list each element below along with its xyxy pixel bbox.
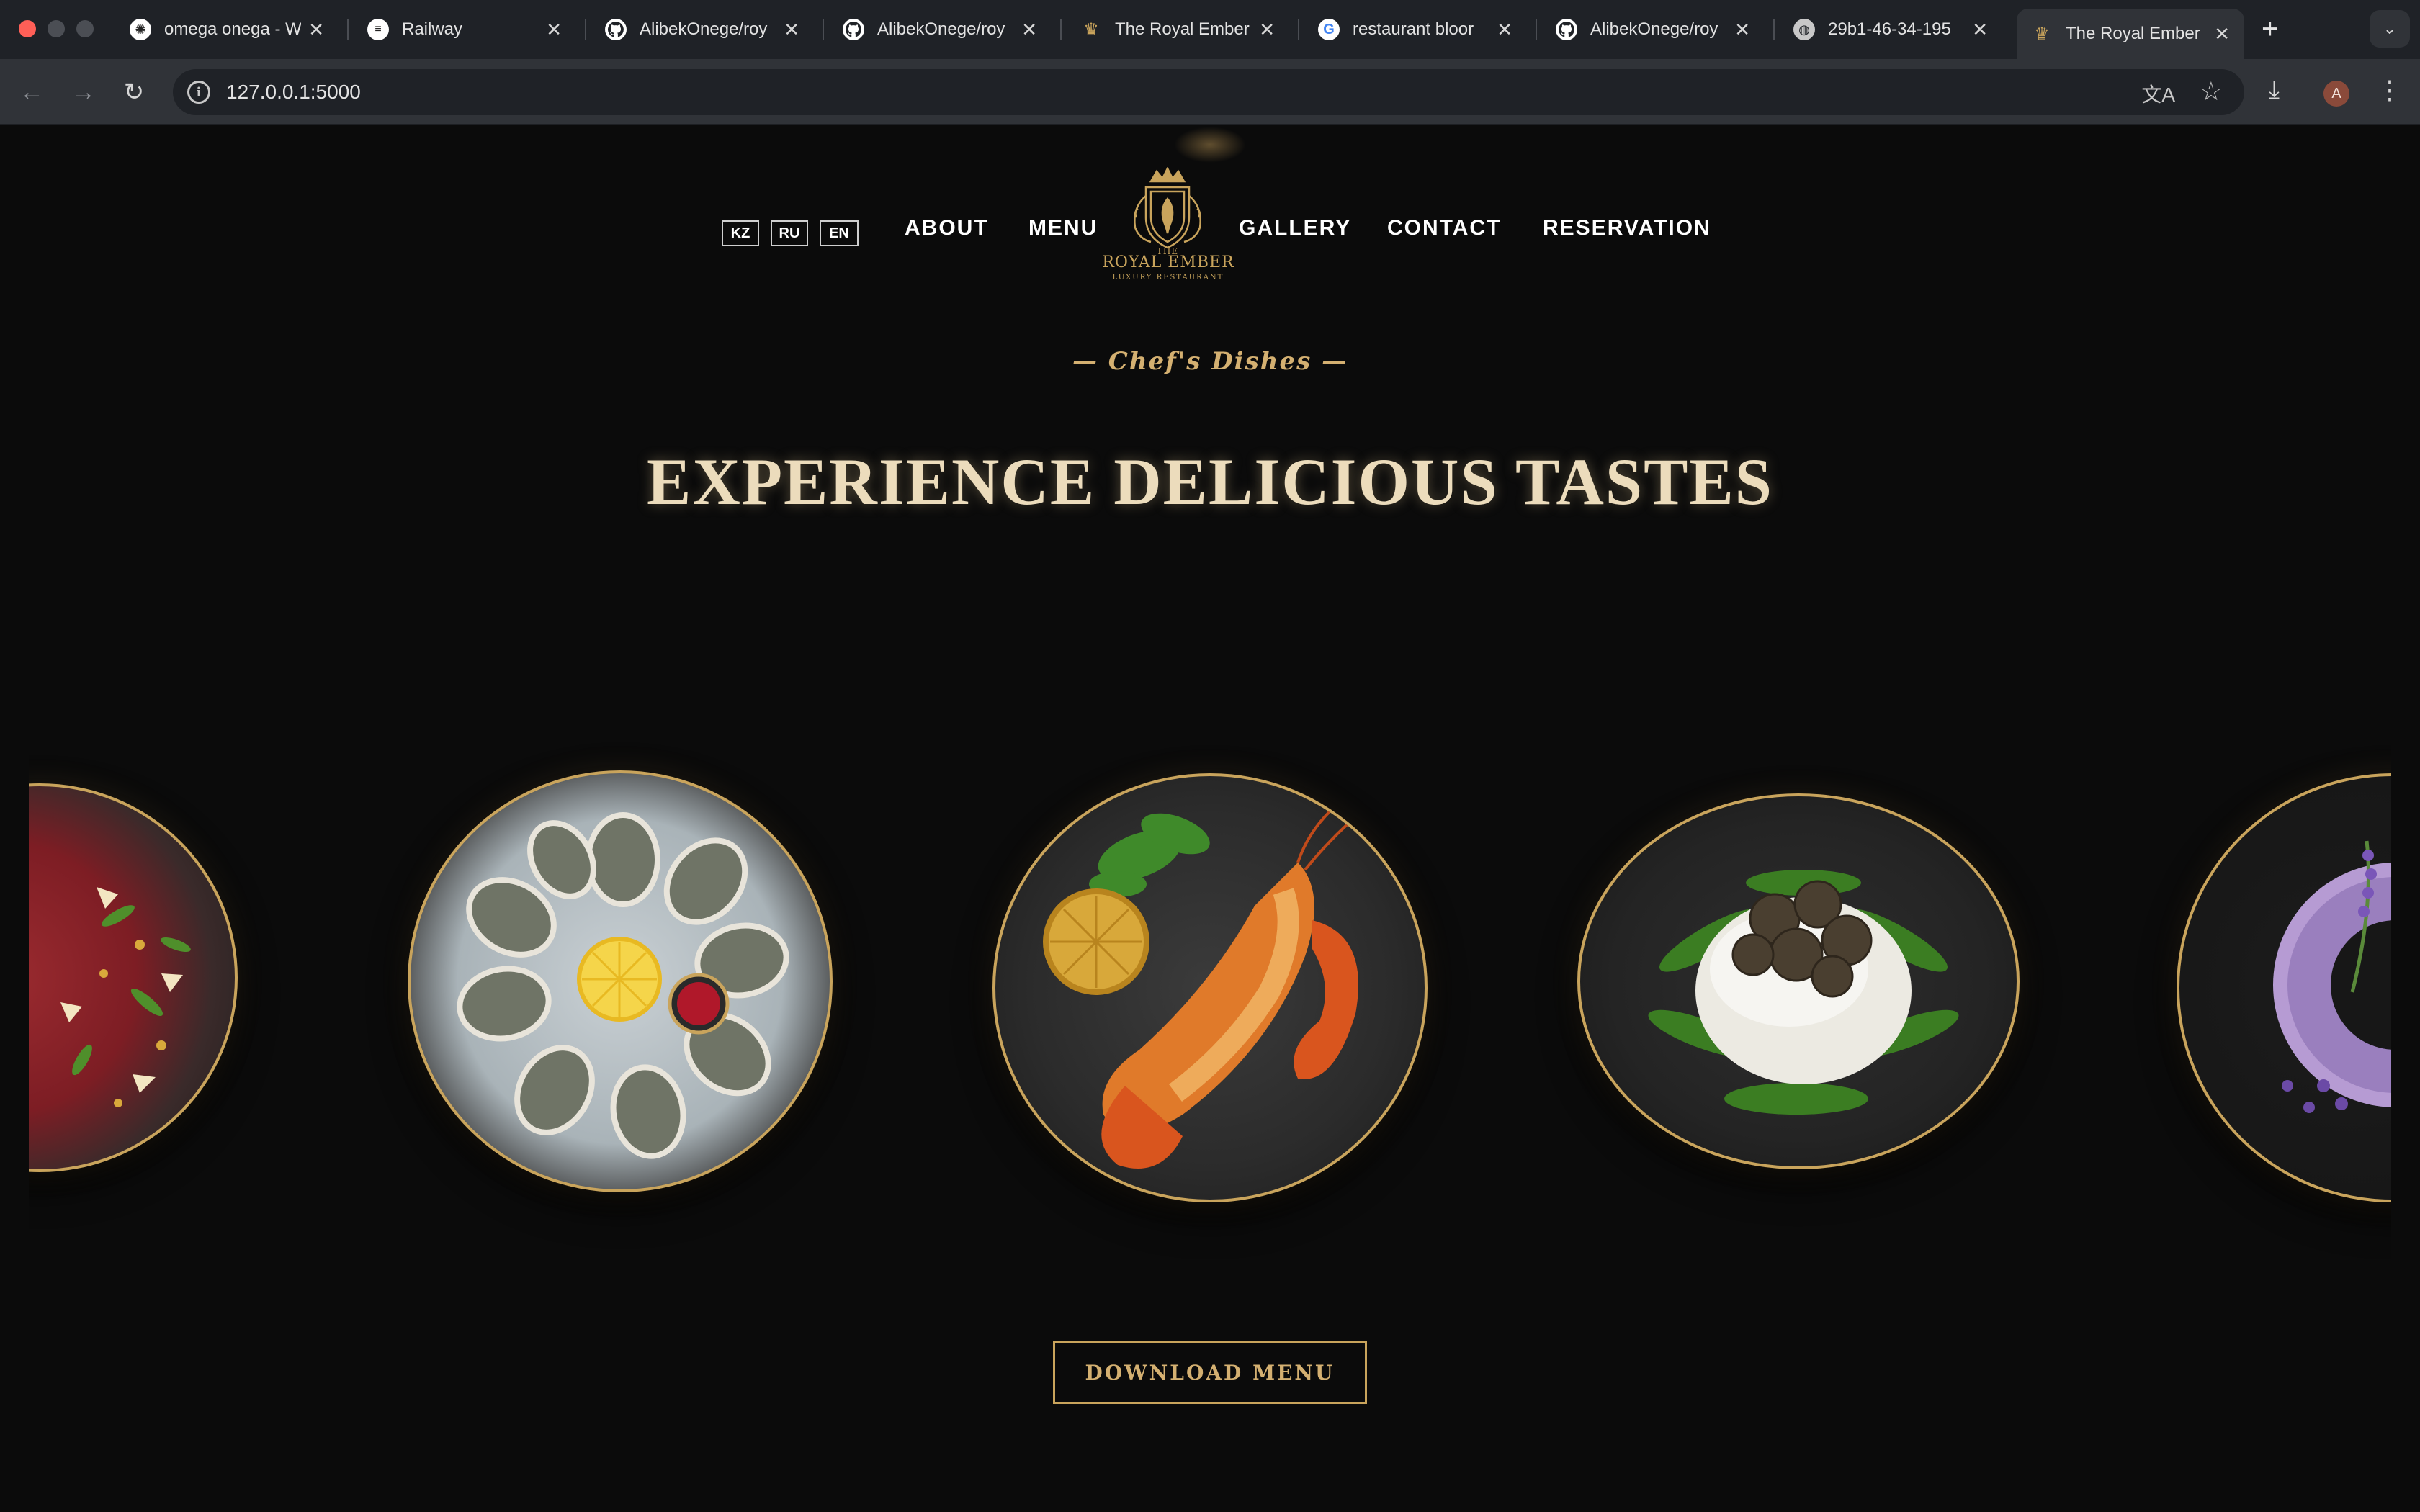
browser-tab-strip: ✺ omega onega - W ✕ ≡ Railway ✕ AlibekOn… [0,0,2420,59]
tab-separator [585,19,586,40]
tab-separator [1536,19,1537,40]
lobster-dish[interactable] [992,773,1428,1202]
browser-tab[interactable]: AlibekOnege/roy ✕ [1541,9,1765,50]
nav-contact-link[interactable]: CONTACT [1387,216,1501,240]
tab-separator [347,19,349,40]
browser-tab[interactable]: ≡ Railway ✕ [353,9,576,50]
tab-title: AlibekOnege/roy [877,19,1005,39]
carpaccio-dish[interactable] [29,783,238,1172]
nav-reservation-link[interactable]: RESERVATION [1543,216,1711,240]
crest-icon: ♛ [1083,19,1099,40]
close-tab-icon[interactable]: ✕ [546,19,562,41]
logo-tagline-text: LUXURY RESTAURANT [1112,274,1224,282]
address-bar[interactable]: i 127.0.0.1:5000 文A ☆ [173,69,2244,115]
forward-button[interactable]: → [65,73,102,111]
translate-icon[interactable]: 文A [2141,79,2175,108]
crest-icon: ♛ [2034,24,2050,44]
browser-tab[interactable]: ♛ The Royal Ember ✕ [1066,9,1289,50]
google-icon: G [1318,19,1340,40]
github-icon [1556,19,1577,40]
tab-title: omega onega - W [164,19,302,39]
browser-tab-active[interactable]: ♛ The Royal Ember ✕ [2017,9,2244,59]
carpaccio-illustration [60,887,191,1107]
github-icon [843,19,864,40]
crest-emblem-icon [1134,166,1201,249]
tab-title: The Royal Ember [2066,24,2200,43]
lobster-illustration [1043,789,1371,1169]
github-icon [605,19,627,40]
close-tab-icon[interactable]: ✕ [784,19,799,41]
tab-separator [1060,19,1062,40]
arrow-left-icon: ← [19,78,44,106]
new-tab-button[interactable]: + [2262,12,2278,46]
burrata-illustration [1648,870,1959,1115]
browser-tab[interactable]: ✺ omega onega - W ✕ [115,9,339,50]
oysters-illustration [457,812,789,1159]
site-info-icon[interactable]: i [187,81,210,104]
close-tab-icon[interactable]: ✕ [2214,23,2230,45]
dishes-carousel[interactable] [29,631,2391,1279]
bookmark-star-icon[interactable]: ☆ [2200,76,2223,107]
browser-tab[interactable]: AlibekOnege/roy ✕ [591,9,814,50]
browser-toolbar: ← → ↻ i 127.0.0.1:5000 文A ☆ ⤓ A ⋮ [0,59,2420,125]
kebab-menu-icon[interactable]: ⋮ [2377,75,2403,105]
tab-title: Railway [402,19,463,39]
download-icon[interactable]: ⤓ [2269,76,2280,104]
reload-button[interactable]: ↻ [115,73,153,111]
close-window-button[interactable] [19,20,36,37]
download-menu-button[interactable]: DOWNLOAD MENU [1053,1341,1367,1404]
nav-gallery-link[interactable]: GALLERY [1239,216,1351,240]
nav-about-link[interactable]: ABOUT [905,216,989,240]
openai-icon: ✺ [130,19,151,40]
reload-icon: ↻ [123,78,145,106]
globe-icon: ◍ [1793,19,1815,40]
tab-title: restaurant bloor [1353,19,1474,39]
close-tab-icon[interactable]: ✕ [1972,19,1988,41]
close-tab-icon[interactable]: ✕ [1259,19,1275,41]
section-eyebrow: — Chef's Dishes — [1072,347,1348,376]
nav-menu-link[interactable]: MENU [1028,216,1098,240]
section-headline: EXPERIENCE DELICIOUS TASTES [647,445,1773,518]
tab-separator [823,19,824,40]
lang-ru-button[interactable]: RU [771,220,808,246]
tab-title: The Royal Ember [1115,19,1250,39]
back-button[interactable]: ← [13,73,50,111]
lang-kz-button[interactable]: KZ [722,220,759,246]
chevron-down-icon: ⌄ [2383,19,2397,37]
webpage-viewport: KZ RU EN ABOUT MENU GALLERY CONTACT RESE… [0,127,2420,1512]
browser-tab[interactable]: ◍ 29b1-46-34-195 ✕ [1779,9,2002,50]
oysters-dish[interactable] [408,770,833,1192]
tab-separator [1298,19,1299,40]
tab-title: AlibekOnege/roy [1590,19,1718,39]
url-text[interactable]: 127.0.0.1:5000 [226,81,361,104]
close-tab-icon[interactable]: ✕ [1734,19,1750,41]
tab-title: 29b1-46-34-195 [1828,19,1951,39]
tab-separator [1773,19,1775,40]
lang-en-button[interactable]: EN [820,220,859,246]
browser-tab[interactable]: AlibekOnege/roy ✕ [828,9,1052,50]
railway-icon: ≡ [367,19,389,40]
tab-search-button[interactable]: ⌄ [2370,10,2410,48]
burrata-truffle-dish[interactable] [1577,793,2020,1169]
arrow-right-icon: → [71,78,96,106]
close-tab-icon[interactable]: ✕ [1021,19,1037,41]
profile-avatar[interactable]: A [2323,81,2349,107]
close-tab-icon[interactable]: ✕ [308,19,324,41]
lavender-dessert-illustration [2273,840,2391,1113]
tab-title: AlibekOnege/roy [640,19,768,39]
close-tab-icon[interactable]: ✕ [1497,19,1512,41]
minimize-window-button[interactable] [48,20,65,37]
decorative-glow [1174,127,1246,163]
maximize-window-button[interactable] [76,20,94,37]
logo-name-text: ROYAL EMBER [1102,253,1234,271]
browser-tab[interactable]: G restaurant bloor ✕ [1304,9,1527,50]
lavender-dessert-dish[interactable] [2177,773,2391,1202]
